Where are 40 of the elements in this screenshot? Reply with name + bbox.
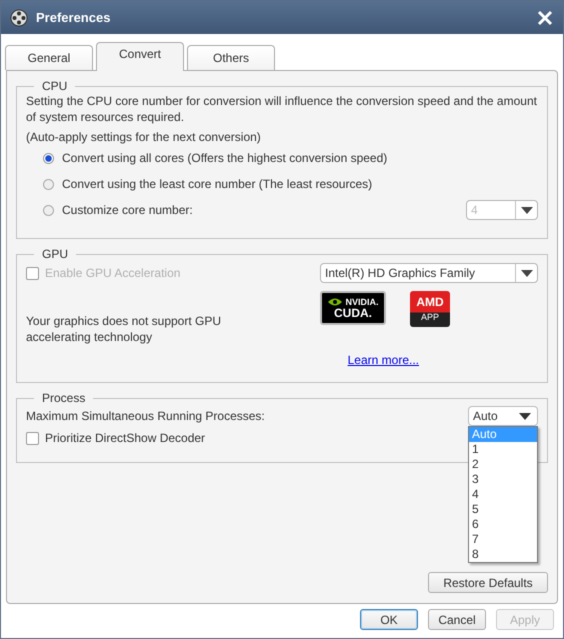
radio-label[interactable]: Convert using all cores (Offers the highest conversion speed) [62, 151, 388, 165]
caret-icon [520, 206, 532, 214]
dropdown-option[interactable]: 8 [469, 547, 537, 562]
max-processes-label: Maximum Simultaneous Running Processes: [26, 408, 265, 424]
caret-icon [520, 270, 532, 276]
dropdown-option[interactable]: 1 [469, 442, 537, 457]
graphics-dropdown[interactable]: Intel(R) HD Graphics Family [320, 263, 538, 283]
processes-dropdown[interactable]: Auto [468, 406, 538, 426]
radio-label[interactable]: Convert using the least core number (The least resources) [62, 177, 372, 191]
amd-app-logo: AMD APP [410, 291, 450, 327]
group-title: GPU [41, 247, 70, 261]
checkbox-label[interactable]: Prioritize DirectShow Decoder [45, 431, 206, 445]
radio-button[interactable] [43, 178, 54, 190]
dropdown-option[interactable]: 3 [469, 472, 537, 487]
tab[interactable]: Convert [96, 42, 184, 71]
film-reel-icon [10, 8, 28, 26]
close-icon[interactable] [537, 10, 553, 26]
dropdown-option[interactable]: 6 [469, 517, 537, 532]
window-title: Preferences [36, 10, 112, 25]
nvidia-cuda-logo: NVIDIA. CUDA. [320, 291, 386, 325]
dropdown-option[interactable]: 4 [469, 487, 537, 502]
dialog-button[interactable]: OK [360, 609, 418, 630]
dropdown-option[interactable]: 5 [469, 502, 537, 517]
checkbox[interactable] [26, 432, 39, 444]
radio-button[interactable] [43, 204, 54, 216]
gpu-support-message: Your graphics does not support GPU accelerating technology [26, 313, 222, 345]
dialog-button[interactable]: Cancel [428, 609, 486, 630]
tab[interactable]: General [5, 45, 93, 70]
radio-label[interactable]: Customize core number: [62, 203, 193, 217]
caret-icon [519, 412, 531, 420]
note-text: (Auto-apply settings for the next conversion) [26, 129, 262, 145]
dropdown-option[interactable]: 2 [469, 457, 537, 472]
dropdown-option[interactable]: 7 [469, 532, 537, 547]
tab[interactable]: Others [187, 45, 275, 70]
radio-button[interactable] [43, 152, 54, 164]
learn-more-link[interactable]: Learn more... [348, 353, 419, 367]
group-title: Process [41, 391, 86, 405]
group-title: CPU [41, 79, 68, 93]
description-text: Setting the CPU core number for conversion will influence the conversion speed and the amount of system resources required. [26, 93, 538, 125]
restore-defaults-button[interactable]: Restore Defaults [428, 572, 548, 593]
